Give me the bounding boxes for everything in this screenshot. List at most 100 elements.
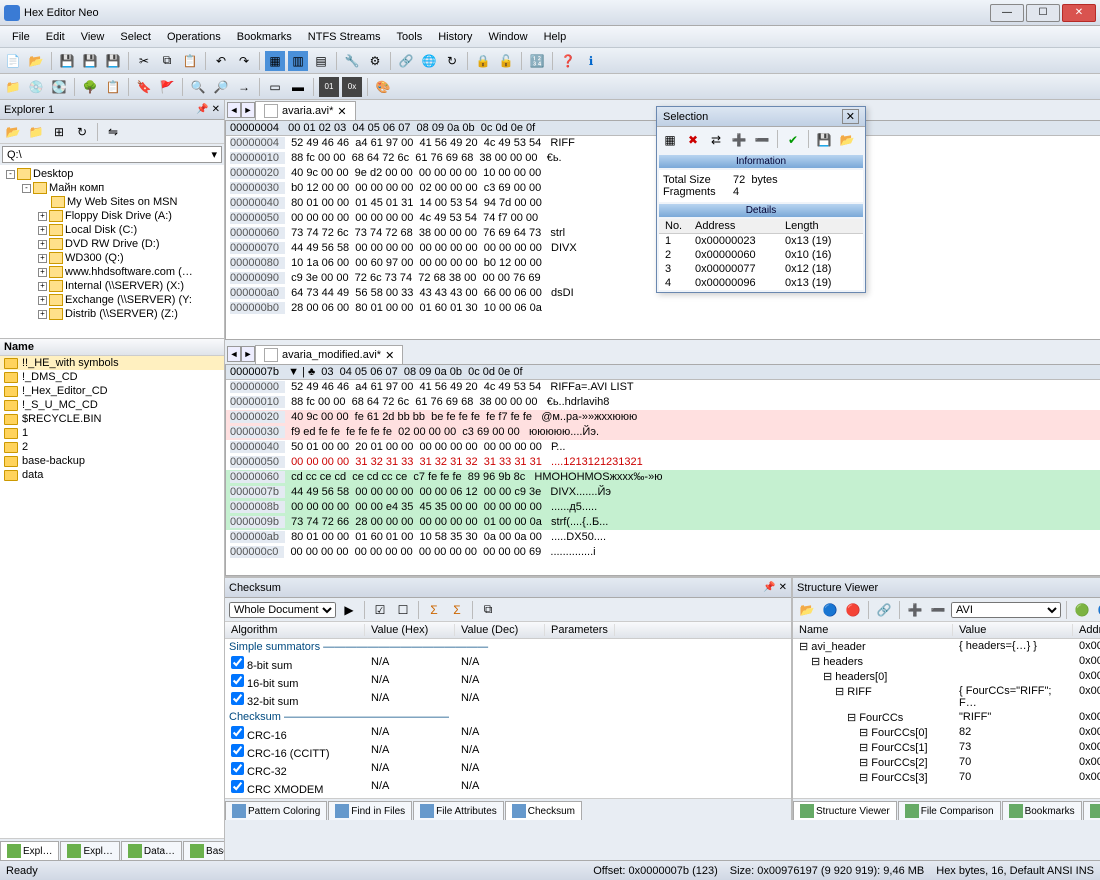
menu-window[interactable]: Window [480,29,535,45]
compare-icon[interactable]: ⇋ [103,122,123,142]
close-tab-icon[interactable]: ✕ [337,105,346,118]
struct-row[interactable]: ⊟ FourCCs"RIFF"0x00000…4char[ [793,710,1100,725]
struct-row[interactable]: ⊟ avi_header{ headers={…} }0x00000…82537… [793,639,1100,654]
checksum-tab[interactable]: Find in Files [328,801,412,820]
tree-item[interactable]: +Internal (\\SERVER) (X:) [2,279,222,293]
explorer-tab[interactable]: Expl… [0,841,59,860]
maximize-button[interactable]: ☐ [1026,4,1060,22]
sigma-icon[interactable]: Σ [424,600,444,620]
st-b2-icon[interactable]: 🔴 [843,600,863,620]
folder-icon[interactable]: 📁 [3,77,23,97]
selection-close-icon[interactable]: ✕ [842,109,859,124]
sel-ok-icon[interactable]: ✔ [783,130,803,150]
refresh-icon[interactable]: ↻ [442,51,462,71]
copy-icon[interactable]: ⧉ [157,51,177,71]
panel2-icon[interactable]: ▥ [288,51,308,71]
checksum-tab[interactable]: Pattern Coloring [225,801,327,820]
save-all-icon[interactable]: 💾 [80,51,100,71]
sel-load-icon[interactable]: 📂 [837,130,857,150]
open-icon[interactable]: 📂 [26,51,46,71]
flag-icon[interactable]: 🚩 [157,77,177,97]
new-fold-icon[interactable]: 📁 [26,122,46,142]
save-icon[interactable]: 💾 [57,51,77,71]
ck-none-icon[interactable]: ☐ [393,600,413,620]
explorer-tab[interactable]: Expl… [60,841,119,860]
replace-icon[interactable]: 🔎 [211,77,231,97]
minimize-button[interactable]: — [990,4,1024,22]
close-button[interactable]: ✕ [1062,4,1096,22]
goto-icon[interactable]: → [234,77,254,97]
struct-row[interactable]: ⊟ FourCCs[1]730x00000…1char [793,740,1100,755]
st-g1-icon[interactable]: 🟢 [1072,600,1092,620]
selection-row[interactable]: 30x000000770x12 (18) [659,262,863,276]
menu-ntfs-streams[interactable]: NTFS Streams [300,29,389,45]
ck-copy-icon[interactable]: ⧉ [478,600,498,620]
struct-row[interactable]: ⊟ FourCCs[2]700x00000…1char [793,755,1100,770]
menu-edit[interactable]: Edit [38,29,73,45]
drive-selector[interactable]: Q:\▾ [2,146,222,163]
file-row[interactable]: !_DMS_CD [0,370,224,384]
checksum-tab[interactable]: File Attributes [413,801,504,820]
checksum-row[interactable]: CRC-16N/AN/A [225,725,791,743]
lock-icon[interactable]: 🔒 [473,51,493,71]
file-row[interactable]: 1 [0,426,224,440]
pin2-icon[interactable]: 📌 ✕ [763,582,787,593]
menu-bookmarks[interactable]: Bookmarks [229,29,300,45]
calc-icon[interactable]: 🔢 [527,51,547,71]
tree-item[interactable]: -Desktop [2,167,222,181]
hex2-tab[interactable]: avaria_modified.avi*✕ [255,345,403,364]
unlock-icon[interactable]: 🔓 [496,51,516,71]
struct-tab[interactable]: NTFS Streams [1083,801,1100,820]
st-del-icon[interactable]: ➖ [928,600,948,620]
mark-icon[interactable]: 🔖 [134,77,154,97]
struct-tab[interactable]: File Comparison [898,801,1001,820]
menu-history[interactable]: History [430,29,480,45]
close-tab2-icon[interactable]: ✕ [385,349,394,362]
explorer-tab[interactable]: Base… [183,841,224,860]
ck-all-icon[interactable]: ☑ [370,600,390,620]
tree-icon[interactable]: 🌳 [80,77,100,97]
checksum-tab[interactable]: Checksum [505,801,582,820]
checksum-row[interactable]: CRC-32N/AN/A [225,761,791,779]
checksum-scope[interactable]: Whole Document [229,602,336,618]
selection-row[interactable]: 20x000000600x10 (16) [659,248,863,262]
struct-tab[interactable]: Bookmarks [1002,801,1082,820]
file-row[interactable]: !!_HE_with symbols [0,356,224,370]
save-as-icon[interactable]: 💾 [103,51,123,71]
checksum-row[interactable]: 32-bit sumN/AN/A [225,691,791,709]
cut-icon[interactable]: ✂ [134,51,154,71]
disk-icon[interactable]: 💿 [26,77,46,97]
struct-row[interactable]: ⊟ RIFF{ FourCCs="RIFF"; F…0x00000…4FOUR [793,684,1100,710]
next-tab2-icon[interactable]: ► [241,346,255,362]
st-g2-icon[interactable]: 🔵 [1095,600,1100,620]
paste-icon[interactable]: 📋 [180,51,200,71]
tree-item[interactable]: +DVD RW Drive (D:) [2,237,222,251]
prev-tab2-icon[interactable]: ◄ [227,346,241,362]
bin-icon[interactable]: 01 [319,77,339,97]
prev-tab-icon[interactable]: ◄ [227,102,241,118]
struct-row[interactable]: ⊟ headers0x00000…825373076RIFF [793,654,1100,669]
checksum-row[interactable]: 16-bit sumN/AN/A [225,673,791,691]
up-icon[interactable]: 📂 [3,122,23,142]
sel-all-icon[interactable]: ▦ [660,130,680,150]
tree-item[interactable]: +www.hhdsoftware.com (… [2,265,222,279]
sel-inv-icon[interactable]: ⇄ [706,130,726,150]
new-icon[interactable]: 📄 [3,51,23,71]
tree-item[interactable]: +Local Disk (C:) [2,223,222,237]
hex-icon[interactable]: 0x [342,77,362,97]
color-icon[interactable]: 🎨 [373,77,393,97]
struct-row[interactable]: ⊟ FourCCs[3]700x00000…1char [793,770,1100,785]
filelist-header[interactable]: Name [0,339,224,356]
undo-icon[interactable]: ↶ [211,51,231,71]
tree-item[interactable]: +Floppy Disk Drive (A:) [2,209,222,223]
redo-icon[interactable]: ↷ [234,51,254,71]
selection-row[interactable]: 40x000000960x13 (19) [659,276,863,290]
menu-file[interactable]: File [4,29,38,45]
panel-icon[interactable]: ▦ [265,51,285,71]
struct-row[interactable]: ⊟ FourCCs[0]820x00000…1char [793,725,1100,740]
tree-item[interactable]: -Майн комп [2,181,222,195]
st-b1-icon[interactable]: 🔵 [820,600,840,620]
link-icon[interactable]: 🔗 [396,51,416,71]
checksum-row[interactable]: CRC XMODEMN/AN/A [225,779,791,797]
selection-row[interactable]: 10x000000230x13 (19) [659,234,863,248]
